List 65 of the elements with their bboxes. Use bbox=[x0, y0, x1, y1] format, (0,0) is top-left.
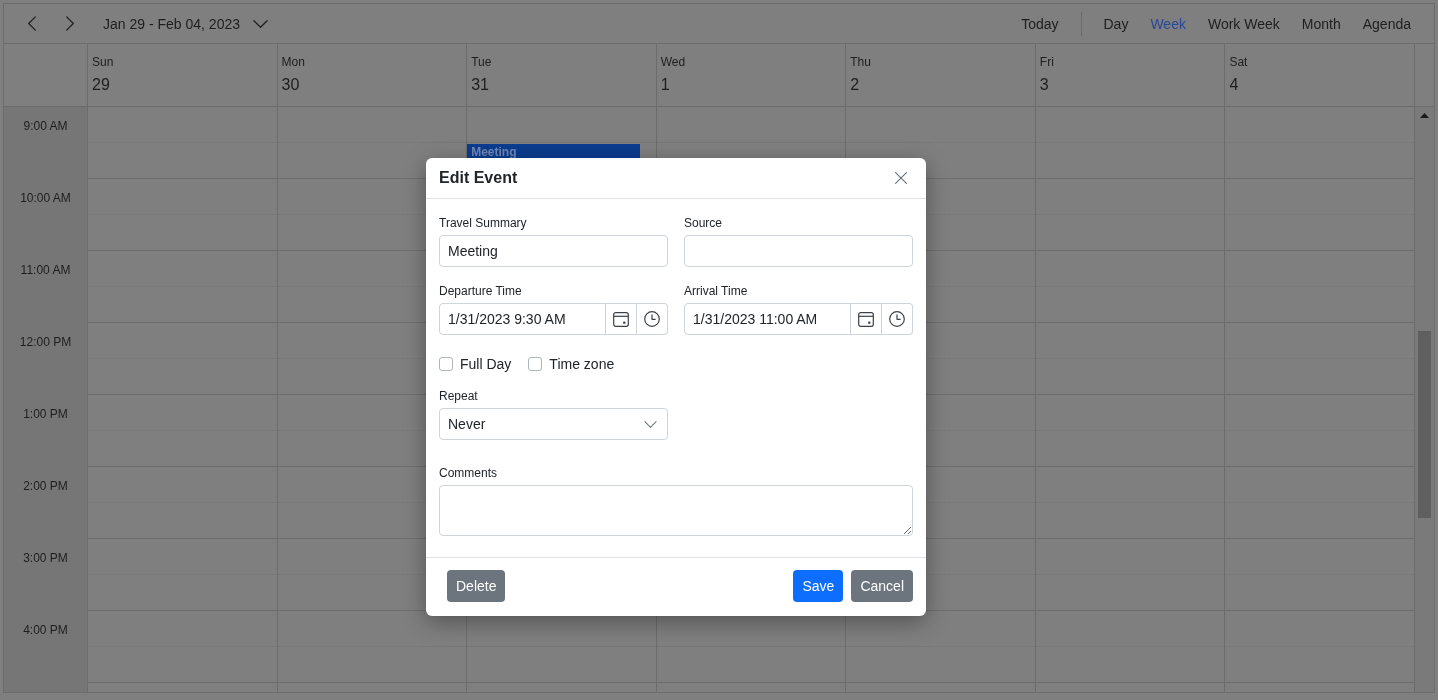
clock-icon[interactable] bbox=[889, 311, 905, 327]
time-label: 12:00 PM bbox=[19, 335, 72, 350]
time-label: 4:00 PM bbox=[23, 623, 68, 638]
time-picker-button[interactable] bbox=[637, 303, 668, 335]
dropdown[interactable]: Never bbox=[439, 408, 668, 440]
comments-field[interactable] bbox=[439, 485, 913, 536]
calendar-icon[interactable] bbox=[613, 311, 629, 327]
day-name: Thu bbox=[850, 54, 871, 70]
chevron-left-icon[interactable] bbox=[28, 16, 36, 31]
time-label: 2:00 PM bbox=[23, 479, 68, 494]
calendar-button[interactable] bbox=[606, 303, 637, 335]
view-tab[interactable]: Month bbox=[1290, 7, 1352, 40]
day-date: 1 bbox=[660, 75, 670, 95]
time-picker-button[interactable] bbox=[882, 303, 913, 335]
time-label: 10:00 AM bbox=[20, 191, 71, 206]
view-tab[interactable]: Week bbox=[1139, 7, 1197, 40]
day-name: Fri bbox=[1039, 54, 1054, 70]
dialog-button[interactable]: Delete bbox=[447, 570, 506, 602]
time-label: 9:00 AM bbox=[23, 119, 68, 134]
day-date: 30 bbox=[281, 75, 300, 95]
time-label: 1:00 PM bbox=[23, 407, 68, 422]
day-name: Sat bbox=[1229, 54, 1248, 70]
time-label: 3:00 PM bbox=[23, 551, 68, 566]
field-label: Travel Summary bbox=[439, 215, 527, 231]
clock-icon[interactable] bbox=[644, 311, 660, 327]
checkbox-label: Full Day bbox=[460, 356, 512, 372]
scrollbar-thumb[interactable] bbox=[1418, 331, 1431, 518]
chevron-down-icon[interactable] bbox=[644, 420, 657, 428]
date-time-field[interactable]: 1/31/2023 9:30 AM bbox=[439, 303, 606, 335]
time-label: 11:00 AM bbox=[20, 263, 71, 278]
day-name: Tue bbox=[471, 54, 492, 70]
day-date: 3 bbox=[1039, 75, 1049, 95]
day-date: 4 bbox=[1229, 75, 1239, 95]
checkbox-label: Time zone bbox=[549, 356, 615, 372]
field-label: Departure Time bbox=[439, 283, 522, 299]
text-field[interactable]: Meeting bbox=[439, 235, 668, 267]
view-tab[interactable]: Agenda bbox=[1351, 7, 1422, 40]
date-range-button[interactable]: Jan 29 - Feb 04, 2023 bbox=[95, 7, 276, 40]
day-name: Sun bbox=[92, 54, 114, 70]
day-name: Mon bbox=[281, 54, 305, 70]
dialog-button[interactable]: Save bbox=[793, 570, 844, 602]
day-date: 31 bbox=[471, 75, 489, 95]
day-date: 29 bbox=[92, 75, 110, 95]
arrow-up-icon[interactable] bbox=[1420, 113, 1429, 118]
checkbox[interactable] bbox=[528, 357, 543, 371]
view-tab[interactable]: Work Week bbox=[1196, 7, 1291, 40]
calendar-icon[interactable] bbox=[858, 311, 874, 327]
scrollbar-track[interactable] bbox=[1414, 107, 1434, 692]
day-date: 2 bbox=[850, 75, 860, 95]
date-time-field[interactable]: 1/31/2023 11:00 AM bbox=[684, 303, 851, 335]
field-label: Repeat bbox=[439, 388, 478, 404]
day-name: Wed bbox=[660, 54, 686, 70]
close-icon[interactable] bbox=[895, 172, 907, 184]
field-label: Arrival Time bbox=[684, 283, 748, 299]
text-field[interactable] bbox=[684, 235, 913, 267]
field-label: Comments bbox=[439, 465, 497, 481]
calendar-button[interactable] bbox=[851, 303, 882, 335]
chevron-right-icon[interactable] bbox=[66, 16, 74, 31]
view-tab[interactable]: Day bbox=[1092, 7, 1140, 40]
chevron-down-icon[interactable] bbox=[253, 19, 268, 28]
today-button[interactable]: Today bbox=[1010, 7, 1070, 40]
field-label: Source bbox=[684, 215, 723, 231]
dialog-button[interactable]: Cancel bbox=[851, 570, 913, 602]
checkbox[interactable] bbox=[439, 357, 453, 371]
dialog-title: Edit Event bbox=[439, 169, 518, 187]
